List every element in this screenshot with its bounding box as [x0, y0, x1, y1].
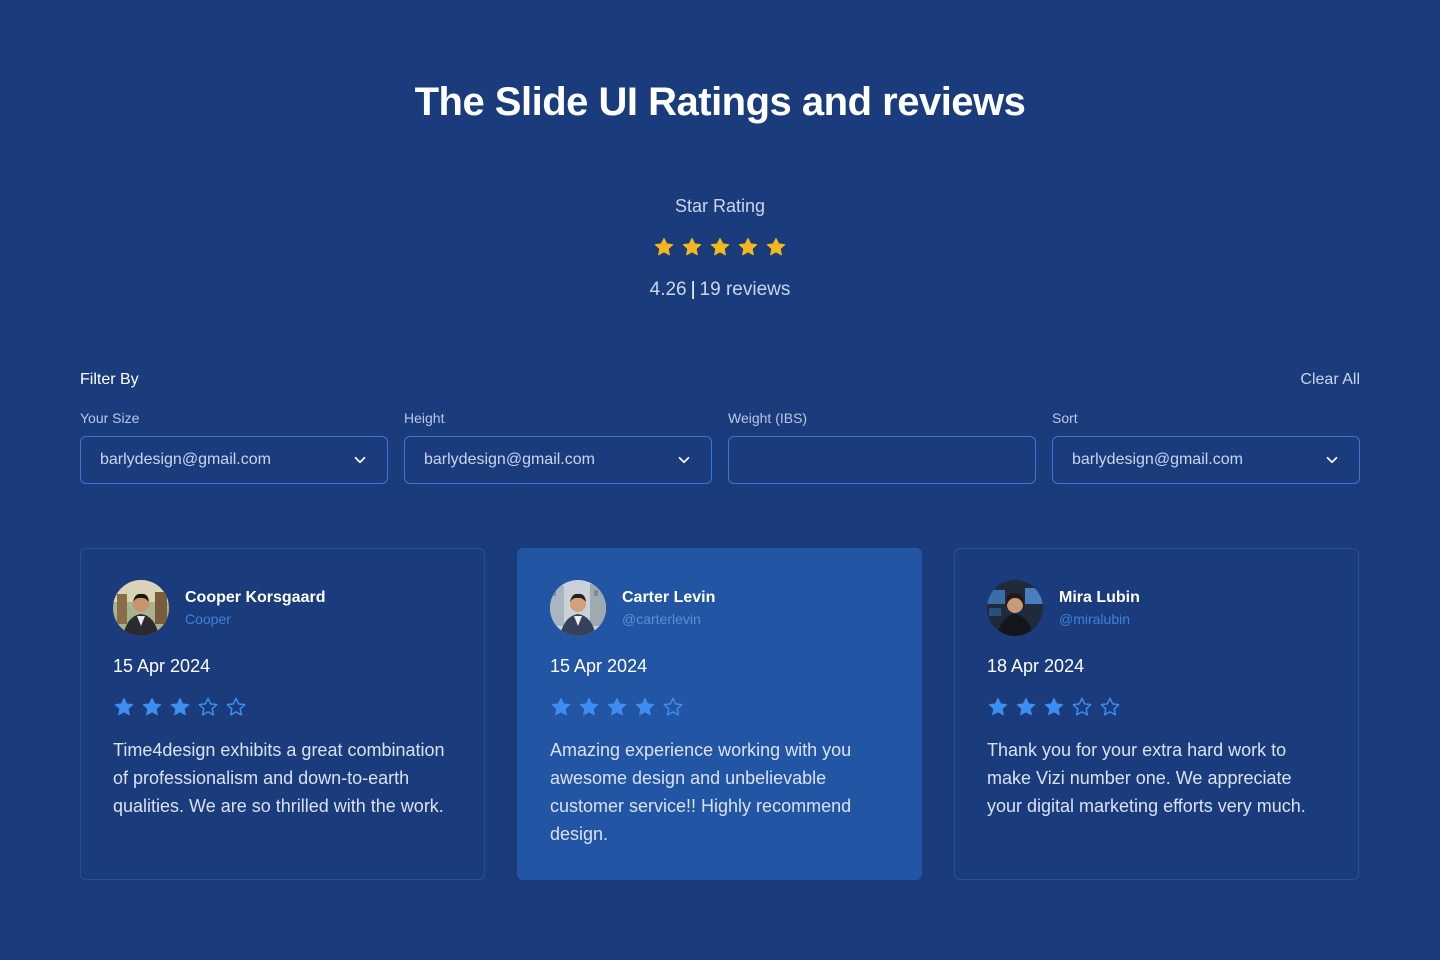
filter-by-heading: Filter By	[80, 371, 139, 388]
review-cards: Cooper Korsgaard Cooper 15 Apr 2024 Time…	[80, 548, 1360, 880]
star-rating-label: Star Rating	[674, 196, 766, 216]
avatar	[113, 580, 169, 636]
star-filled-icon	[607, 697, 627, 716]
star-outline-icon	[1100, 697, 1120, 716]
page-title: The Slide UI Ratings and reviews	[414, 80, 1026, 124]
star-filled-icon	[710, 237, 730, 256]
filter-your-size: Your Size barlydesign@gmail.com	[80, 408, 388, 484]
reviewer-name: Carter Levin	[622, 589, 716, 606]
select-value: barlydesign@gmail.com	[1072, 451, 1243, 468]
star-filled-icon	[682, 237, 702, 256]
reviewer-handle[interactable]: @miralubin	[1059, 611, 1140, 627]
review-date: 18 Apr 2024	[987, 656, 1085, 676]
star-filled-icon	[738, 237, 758, 256]
star-outline-icon	[198, 697, 218, 716]
review-stars	[113, 696, 452, 718]
clear-all-button[interactable]: Clear All	[1300, 371, 1360, 389]
average-rating: 4.26	[649, 279, 687, 300]
reviewer-header: Cooper Korsgaard Cooper	[113, 580, 452, 636]
star-filled-icon	[551, 697, 571, 716]
star-filled-icon	[766, 237, 786, 256]
filter-label: Your Size	[80, 410, 140, 426]
review-card[interactable]: Mira Lubin @miralubin 18 Apr 2024 Thank …	[954, 548, 1359, 880]
reviewer-header: Mira Lubin @miralubin	[987, 580, 1326, 636]
star-filled-icon	[142, 697, 162, 716]
chevron-down-icon	[1326, 456, 1338, 464]
rating-separator: |	[690, 279, 696, 300]
star-filled-icon	[579, 697, 599, 716]
avatar	[550, 580, 606, 636]
star-filled-icon	[170, 697, 190, 716]
summary-stars	[0, 236, 1440, 258]
select-value: barlydesign@gmail.com	[424, 451, 595, 468]
review-text: Thank you for your extra hard work to ma…	[987, 740, 1306, 816]
select-value: barlydesign@gmail.com	[100, 451, 271, 468]
star-filled-icon	[635, 697, 655, 716]
review-date: 15 Apr 2024	[113, 656, 211, 676]
filter-weight: Weight (IBS)	[728, 408, 1036, 484]
review-card[interactable]: Carter Levin @carterlevin 15 Apr 2024 Am…	[517, 548, 922, 880]
star-outline-icon	[226, 697, 246, 716]
sort-select[interactable]: barlydesign@gmail.com	[1052, 436, 1360, 484]
filter-height: Height barlydesign@gmail.com	[404, 408, 712, 484]
chevron-down-icon	[678, 456, 690, 464]
star-outline-icon	[1072, 697, 1092, 716]
star-filled-icon	[654, 237, 674, 256]
review-text: Time4design exhibits a great combination…	[113, 740, 445, 816]
star-filled-icon	[988, 697, 1008, 716]
reviewer-handle[interactable]: @carterlevin	[622, 611, 715, 627]
review-stars	[987, 696, 1326, 718]
review-stars	[550, 696, 889, 718]
filter-label: Weight (IBS)	[728, 410, 808, 426]
reviewer-name: Cooper Korsgaard	[185, 589, 326, 606]
star-filled-icon	[114, 697, 134, 716]
reviewer-header: Carter Levin @carterlevin	[550, 580, 889, 636]
review-text: Amazing experience working with you awes…	[550, 740, 852, 844]
review-card[interactable]: Cooper Korsgaard Cooper 15 Apr 2024 Time…	[80, 548, 485, 880]
filter-label: Sort	[1052, 410, 1078, 426]
reviewer-handle[interactable]: Cooper	[185, 611, 325, 627]
height-select[interactable]: barlydesign@gmail.com	[404, 436, 712, 484]
star-filled-icon	[1044, 697, 1064, 716]
chevron-down-icon	[354, 456, 366, 464]
filter-bar: Your Size barlydesign@gmail.com Height b…	[80, 408, 1360, 484]
your-size-select[interactable]: barlydesign@gmail.com	[80, 436, 388, 484]
avatar	[987, 580, 1043, 636]
star-filled-icon	[1016, 697, 1036, 716]
weight-input[interactable]	[728, 436, 1036, 484]
review-count: 19 reviews	[699, 279, 791, 300]
star-outline-icon	[663, 697, 683, 716]
filter-sort: Sort barlydesign@gmail.com	[1052, 408, 1360, 484]
rating-summary: 4.26 | 19 reviews	[0, 279, 1440, 301]
filter-label: Height	[404, 410, 445, 426]
review-date: 15 Apr 2024	[550, 656, 648, 676]
reviewer-name: Mira Lubin	[1059, 589, 1140, 606]
